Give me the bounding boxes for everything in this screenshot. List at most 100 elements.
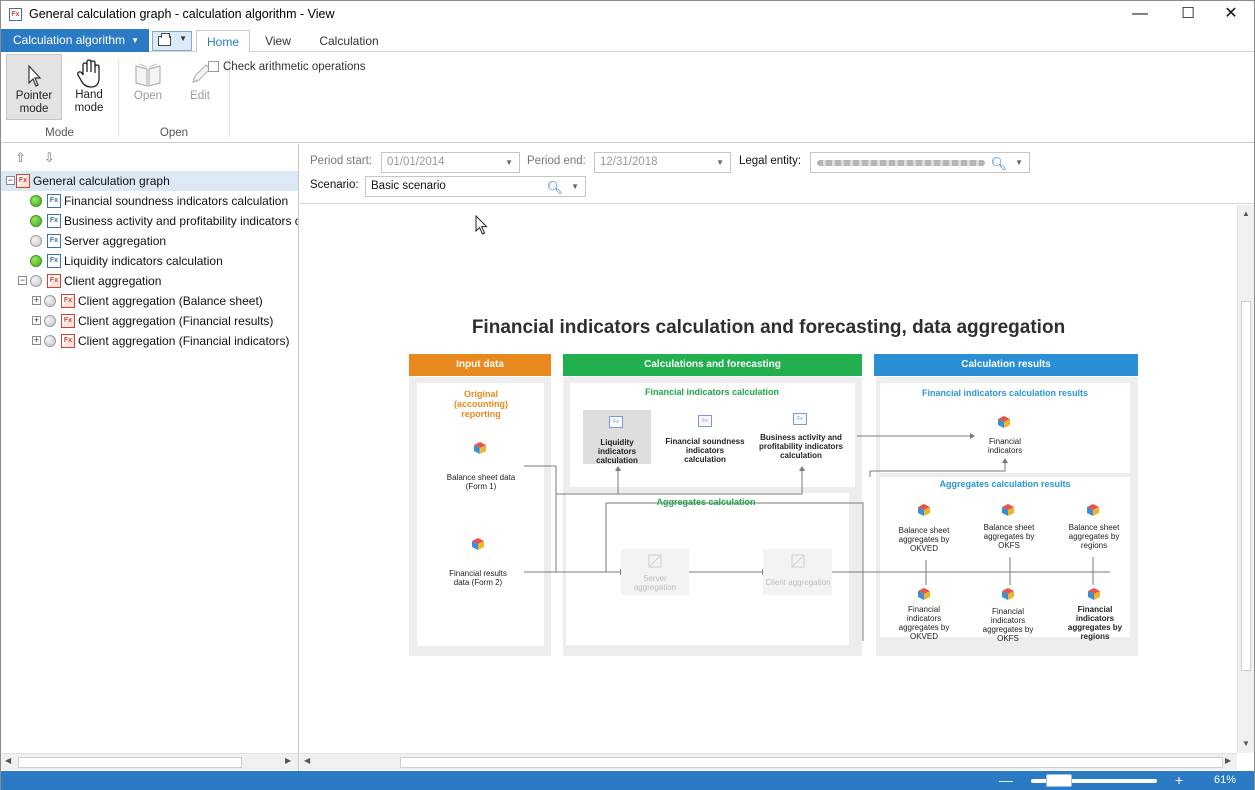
tree-item[interactable]: Fx Server aggregation (1, 231, 298, 251)
move-up-icon[interactable]: ⇧ (15, 150, 26, 165)
pointer-mode-button[interactable]: Pointer mode (6, 54, 62, 120)
edit-label: Edit (190, 90, 210, 102)
diagram-vertical-scrollbar[interactable]: ▲ ▼ (1237, 205, 1254, 753)
check-arithmetic-checkbox[interactable]: Check arithmetic operations (208, 61, 366, 73)
checkbox-box[interactable] (208, 61, 219, 72)
server-node-label[interactable]: Server aggregation (622, 574, 688, 592)
scroll-left-icon[interactable]: ◀ (5, 756, 11, 765)
tree-item[interactable]: + Fx Client aggregation (Financial indic… (1, 331, 298, 351)
ribbon-panel: Pointer mode Hand mode Mode Open Edit Op… (1, 53, 1254, 143)
financial-results-data-label: Financial results data (Form 2) (449, 569, 507, 587)
tree-item[interactable]: Fx Business activity and profitability i… (1, 211, 298, 231)
tree-item-label: General calculation graph (33, 174, 170, 188)
fx-calculation-icon: Fx (698, 415, 712, 427)
scenario-value: Basic scenario (371, 180, 446, 192)
client-node-label[interactable]: Client aggregation (762, 578, 834, 587)
period-end-field[interactable]: 12/31/2018 ▼ (594, 152, 731, 173)
expand-icon[interactable]: + (32, 296, 41, 305)
cube-icon (1088, 588, 1100, 600)
app-menu-label: Calculation algorithm (13, 33, 126, 47)
zoom-level-label: 61% (1214, 774, 1237, 786)
bs-okved-label[interactable]: Balance sheet aggregates by OKVED (895, 526, 953, 553)
aggregation-icon (648, 554, 662, 568)
period-start-value: 01/01/2014 (387, 156, 445, 168)
hand-mode-button[interactable]: Hand mode (63, 54, 115, 120)
tree-item[interactable]: Fx Financial soundness indicators calcul… (1, 191, 298, 211)
fi-okfs-label[interactable]: Financial indicators aggregates by OKFS (981, 607, 1035, 643)
tree-horizontal-scrollbar[interactable]: ◀ ▶ (1, 753, 298, 770)
calculation-group-icon: Fx (61, 334, 75, 348)
open-book-icon (135, 63, 161, 87)
zoom-slider-thumb[interactable] (1046, 774, 1072, 787)
tree-item[interactable]: + Fx Client aggregation (Financial resul… (1, 311, 298, 331)
business-node-label[interactable]: Business activity and profitability indi… (759, 433, 843, 460)
financial-indicators-node-label[interactable]: Financial indicators (980, 437, 1030, 455)
legal-entity-label: Legal entity: (739, 155, 802, 167)
collapse-icon[interactable]: − (18, 276, 27, 285)
move-down-icon[interactable]: ⇩ (44, 150, 55, 165)
calculation-group-icon: Fx (47, 274, 61, 288)
status-gray-icon (30, 235, 42, 247)
app-menu-button[interactable]: Calculation algorithm ▼ (1, 29, 149, 52)
chevron-down-icon[interactable]: ▼ (571, 177, 579, 196)
chevron-down-icon[interactable]: ▼ (1015, 153, 1023, 172)
scroll-right-icon[interactable]: ▶ (1225, 756, 1231, 765)
cube-icon (918, 588, 930, 600)
scroll-left-icon[interactable]: ◀ (304, 756, 310, 765)
tab-view[interactable]: View (255, 30, 301, 53)
tab-home[interactable]: Home (196, 30, 250, 53)
calculation-group-icon: Fx (61, 294, 75, 308)
title-bar: Fx General calculation graph - calculati… (1, 1, 1254, 28)
bs-regions-label[interactable]: Balance sheet aggregates by regions (1064, 523, 1124, 550)
fi-regions-label[interactable]: Financial indicators aggregates by regio… (1066, 605, 1124, 641)
fx-calculation-icon: Fx (609, 416, 623, 428)
print-button[interactable]: ▼ (152, 31, 192, 51)
period-end-label: Period end: (527, 155, 586, 167)
period-start-field[interactable]: 01/01/2014 ▼ (381, 152, 520, 173)
scrollbar-thumb[interactable] (18, 757, 242, 768)
fi-okved-label[interactable]: Financial indicators aggregates by OKVED (897, 605, 951, 641)
scroll-down-icon[interactable]: ▼ (1242, 739, 1250, 748)
soundness-node-label[interactable]: Financial soundness indicators calculati… (664, 437, 746, 464)
collapse-icon[interactable]: − (6, 176, 15, 185)
tree-item[interactable]: Fx Liquidity indicators calculation (1, 251, 298, 271)
expand-icon[interactable]: + (32, 336, 41, 345)
diagram-horizontal-scrollbar[interactable]: ◀ ▶ (300, 753, 1237, 770)
scenario-field[interactable]: Basic scenario 🔍︎ ▼ (365, 176, 586, 197)
zoom-in-button[interactable]: + (1175, 772, 1183, 788)
close-button[interactable]: ✕ (1208, 1, 1254, 28)
diagram-canvas[interactable]: Financial indicators calculation and for… (300, 205, 1237, 753)
chevron-down-icon[interactable]: ▼ (716, 153, 724, 172)
search-icon[interactable]: 🔍︎ (990, 154, 1007, 173)
printer-icon (158, 33, 171, 46)
pointer-mode-label-1: Pointer (15, 90, 53, 102)
liquidity-node-label[interactable]: Liquidity indicators calculation (581, 438, 653, 465)
scroll-right-icon[interactable]: ▶ (285, 756, 291, 765)
status-bar: — + 61% (1, 771, 1254, 790)
hand-mode-label-1: Hand (75, 89, 103, 101)
expand-icon[interactable]: + (32, 316, 41, 325)
scroll-up-icon[interactable]: ▲ (1242, 209, 1250, 218)
minimize-button[interactable]: — (1117, 1, 1163, 28)
zoom-out-button[interactable]: — (999, 772, 1013, 788)
tab-calculation[interactable]: Calculation (307, 30, 391, 53)
pointer-icon (28, 64, 42, 87)
cube-icon (918, 504, 930, 516)
bs-okfs-label[interactable]: Balance sheet aggregates by OKFS (980, 523, 1038, 550)
scrollbar-thumb[interactable] (1241, 301, 1251, 671)
chevron-down-icon[interactable]: ▼ (505, 153, 513, 172)
status-gray-icon (30, 275, 42, 287)
financial-indicators-calc-label: Financial indicators calculation (644, 387, 780, 397)
chevron-down-icon: ▼ (131, 36, 139, 45)
scrollbar-thumb[interactable] (400, 757, 1223, 768)
status-green-icon (30, 195, 42, 207)
open-button[interactable]: Open (125, 54, 171, 120)
tree-item[interactable]: − Fx Client aggregation (1, 271, 298, 291)
search-icon[interactable]: 🔍︎ (546, 178, 563, 197)
balance-sheet-data-label: Balance sheet data (Form 1) (446, 473, 516, 491)
tree-root-item[interactable]: − Fx General calculation graph (1, 171, 298, 191)
calculation-group-icon: Fx (16, 174, 30, 188)
tree-item[interactable]: + Fx Client aggregation (Balance sheet) (1, 291, 298, 311)
maximize-button[interactable]: ☐ (1165, 1, 1211, 28)
legal-entity-field[interactable]: 🔍︎ ▼ (810, 152, 1030, 173)
